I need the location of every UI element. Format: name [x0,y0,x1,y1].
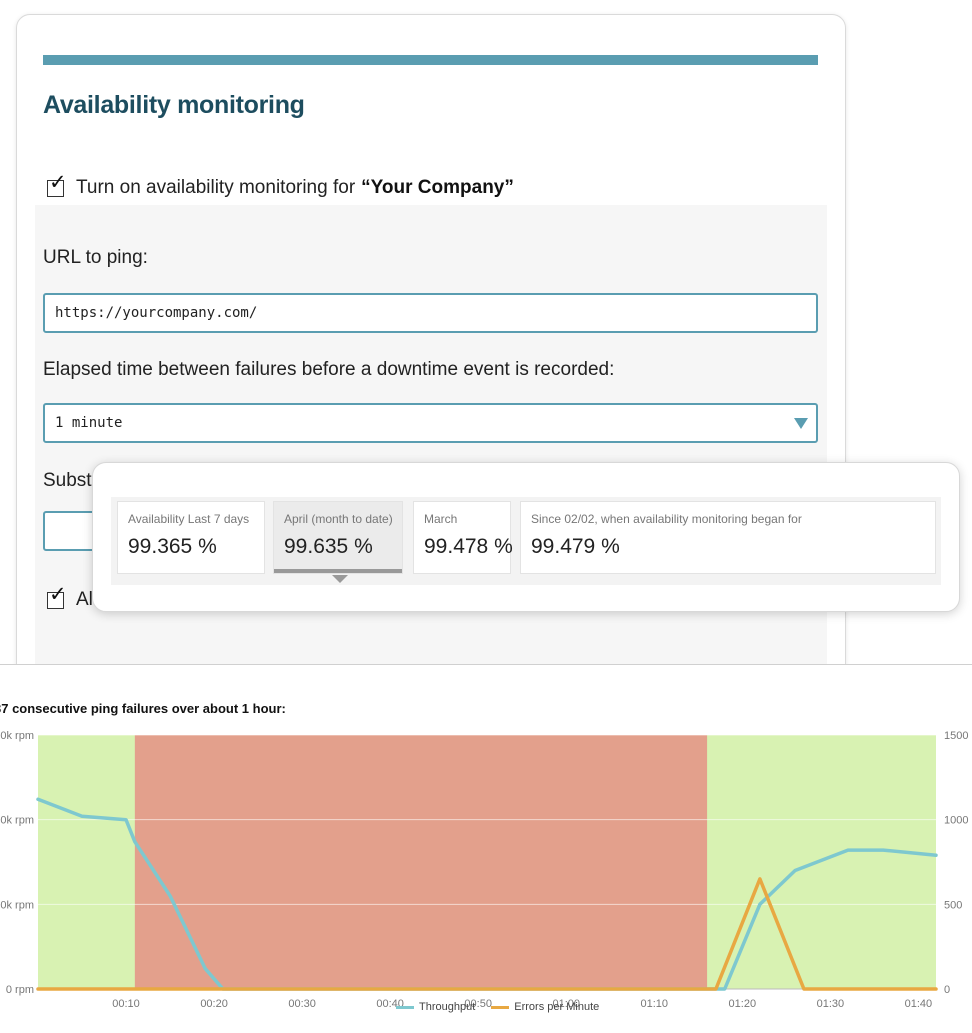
card-accent-bar [43,55,818,65]
downtime-band [134,735,708,989]
legend-label: Errors per Minute [514,1001,600,1013]
checkmark-icon: ✓ [49,170,67,194]
y-left-tick-label: 0k rpm [0,815,34,827]
caret-down-icon [332,575,348,583]
allow-row[interactable]: ✓ All [47,584,97,611]
stat-last-7-days[interactable]: Availability Last 7 days 99.365 % [117,501,265,574]
url-input-value: https://yourcompany.com/ [55,305,258,321]
downtime-chart-panel: 37 consecutive ping failures over about … [0,664,972,1033]
elapsed-time-value: 1 minute [55,415,123,431]
allow-checkbox[interactable]: ✓ [47,584,67,609]
availability-stats-strip: Availability Last 7 days 99.365 % April … [111,497,941,585]
y-left-tick-label: 0k rpm [0,730,34,742]
legend-errors[interactable]: Errors per Minute [491,1001,599,1013]
legend-swatch [491,1005,510,1009]
stat-value: 99.635 % [284,535,373,558]
x-tick-label: 00:20 [200,998,228,1010]
dropdown-arrow-icon[interactable] [794,418,808,429]
downtime-chart[interactable]: 00:10 00:20 00:30 00:40 00:50 01:00 01:10 01:20… [0,665,972,1033]
x-tick-label: 00:10 [112,998,140,1010]
url-label: URL to ping: [43,247,148,268]
chart-legend: Throughput Errors per Minute [396,1001,615,1013]
stat-value: 99.478 % [424,535,513,558]
x-tick-label: 01:10 [641,998,669,1010]
elapsed-time-select[interactable]: 1 minute [43,403,818,443]
page-title: Availability monitoring [43,91,305,119]
enable-monitoring-label: Turn on availability monitoring for [76,177,356,198]
stat-month-to-date[interactable]: April (month to date) 99.635 % [273,501,403,583]
y-right-tick-label: 500 [944,899,962,911]
url-input[interactable]: https://yourcompany.com/ [43,293,818,333]
x-tick-label: 01:20 [729,998,757,1010]
stat-value: 99.365 % [128,535,217,558]
selected-indicator [274,569,402,573]
legend-label: Throughput [419,1001,476,1013]
y-right-tick-label: 0 [944,984,950,996]
y-left-tick-label: 0k rpm [0,899,34,911]
enable-monitoring-checkbox[interactable]: ✓ [47,172,67,197]
stat-since-start[interactable]: Since 02/02, when availability monitorin… [520,501,936,574]
y-left-tick-label: 0 rpm [6,984,34,996]
x-tick-label: 01:40 [905,998,933,1010]
checkmark-icon: ✓ [49,582,67,606]
stat-label: Since 02/02, when availability monitorin… [531,512,802,526]
elapsed-time-label: Elapsed time between failures before a d… [43,359,615,380]
enable-monitoring-row[interactable]: ✓ Turn on availability monitoring for “Y… [47,172,514,199]
y-right-tick-label: 1000 [944,815,968,827]
x-tick-label: 01:30 [817,998,845,1010]
legend-throughput[interactable]: Throughput [396,1001,475,1013]
stat-previous-month[interactable]: March 99.478 % [413,501,513,574]
company-name: “Your Company” [361,177,514,198]
availability-summary-popup: Availability Last 7 days 99.365 % April … [92,462,960,612]
x-tick-label: 00:30 [288,998,316,1010]
legend-swatch [396,1005,414,1009]
stat-label: April (month to date) [284,512,393,526]
y-right-tick-label: 1500 [944,730,968,742]
settings-form-panel [35,205,827,715]
stat-value: 99.479 % [531,535,620,558]
stat-label: March [424,512,458,526]
stat-label: Availability Last 7 days [128,512,250,526]
